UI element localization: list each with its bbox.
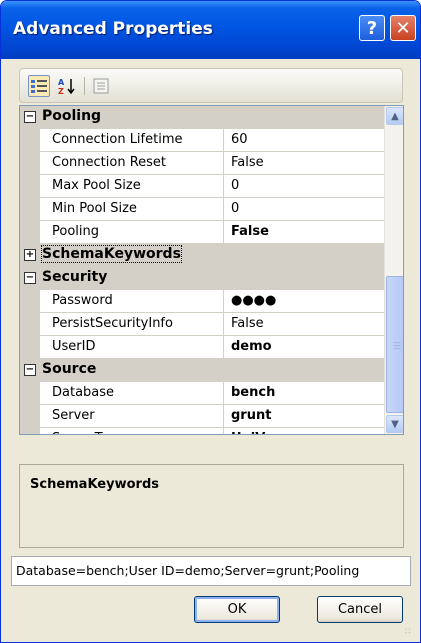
scroll-up-icon[interactable]: ▲ [386, 107, 403, 125]
collapse-icon[interactable]: − [24, 272, 36, 284]
category-label: Pooling [42, 108, 102, 124]
property-name[interactable]: Pooling [40, 221, 224, 244]
title-bar[interactable]: Advanced Properties ? ✕ [1, 1, 420, 59]
categorized-view-icon[interactable] [28, 75, 50, 97]
row-gutter [20, 382, 40, 405]
property-value[interactable]: False [224, 221, 384, 244]
property-row[interactable]: Database bench [20, 382, 384, 405]
property-row[interactable]: PersistSecurityInfo False [20, 313, 384, 336]
description-pane: SchemaKeywords [19, 464, 404, 548]
expand-icon[interactable]: + [24, 249, 36, 261]
category-label: Security [42, 269, 108, 285]
property-value[interactable]: False [224, 152, 384, 175]
property-value[interactable]: False [224, 313, 384, 336]
collapse-icon[interactable]: − [24, 364, 36, 376]
toolbar-separator [84, 77, 85, 95]
row-gutter [20, 221, 40, 244]
property-row[interactable]: Server grunt [20, 405, 384, 428]
row-gutter [20, 152, 40, 175]
help-button[interactable]: ? [359, 15, 385, 41]
property-name[interactable]: Server [40, 405, 224, 428]
row-gutter [20, 336, 40, 359]
property-row[interactable]: Pooling False [20, 221, 384, 244]
category-row-schemakeywords[interactable]: + SchemaKeywords [20, 244, 384, 267]
property-name[interactable]: Min Pool Size [40, 198, 224, 221]
property-name[interactable]: Max Pool Size [40, 175, 224, 198]
category-row-security[interactable]: − Security [20, 267, 384, 290]
property-name[interactable]: ServerType [40, 428, 224, 434]
property-name[interactable]: PersistSecurityInfo [40, 313, 224, 336]
property-grid-toolbar: A Z [19, 68, 403, 103]
advanced-properties-dialog: Advanced Properties ? ✕ A Z − Pooling Co… [0, 0, 421, 643]
property-name[interactable]: Password [40, 290, 224, 313]
window-title: Advanced Properties [13, 19, 213, 39]
row-gutter [20, 290, 40, 313]
row-gutter [20, 175, 40, 198]
connection-string-text: Database=bench;User ID=demo;Server=grunt… [16, 563, 360, 578]
property-name[interactable]: Connection Lifetime [40, 129, 224, 152]
ok-button[interactable]: OK [194, 596, 280, 623]
property-value[interactable]: 0 [224, 175, 384, 198]
property-value[interactable]: bench [224, 382, 384, 405]
category-label: SchemaKeywords [41, 245, 182, 263]
property-name[interactable]: Database [40, 382, 224, 405]
cancel-button[interactable]: Cancel [317, 596, 403, 623]
row-gutter [20, 129, 40, 152]
property-row[interactable]: Connection Reset False [20, 152, 384, 175]
property-row[interactable]: Password ●●●● [20, 290, 384, 313]
row-gutter [20, 198, 40, 221]
property-value[interactable]: ●●●● [224, 290, 384, 313]
category-row-pooling[interactable]: − Pooling [20, 106, 384, 129]
property-row[interactable]: Connection Lifetime 60 [20, 129, 384, 152]
property-name[interactable]: UserID [40, 336, 224, 359]
close-button[interactable]: ✕ [390, 15, 416, 41]
property-value[interactable]: 60 [224, 129, 384, 152]
collapse-icon[interactable]: − [24, 111, 36, 123]
alphabetical-sort-icon[interactable]: A Z [56, 75, 78, 97]
vertical-scrollbar[interactable]: ▲ — — — ▼ [384, 106, 403, 434]
property-value[interactable]: UniVerse [224, 428, 384, 434]
scrollbar-thumb[interactable]: — — — [386, 276, 403, 413]
svg-text:Z: Z [58, 87, 64, 95]
svg-text:A: A [58, 78, 65, 87]
resize-grip-icon[interactable]: ∷ [405, 627, 411, 637]
property-value[interactable]: 0 [224, 198, 384, 221]
category-label: Source [42, 361, 97, 377]
property-value[interactable]: grunt [224, 405, 384, 428]
property-value[interactable]: demo [224, 336, 384, 359]
row-gutter [20, 428, 40, 434]
scroll-down-icon[interactable]: ▼ [386, 415, 403, 433]
description-title: SchemaKeywords [30, 477, 159, 492]
property-row[interactable]: Max Pool Size 0 [20, 175, 384, 198]
connection-string-field[interactable]: Database=bench;User ID=demo;Server=grunt… [11, 556, 411, 586]
row-gutter [20, 313, 40, 336]
property-row[interactable]: ServerTypeUniVerse [20, 428, 384, 434]
grip-icon: — — — [393, 338, 401, 353]
category-row-source[interactable]: − Source [20, 359, 384, 382]
property-row[interactable]: UserID demo [20, 336, 384, 359]
property-pages-icon[interactable] [90, 75, 112, 97]
property-name[interactable]: Connection Reset [40, 152, 224, 175]
row-gutter [20, 405, 40, 428]
property-grid: − Pooling Connection Lifetime 60 Connection … [19, 105, 404, 435]
property-row[interactable]: Min Pool Size 0 [20, 198, 384, 221]
